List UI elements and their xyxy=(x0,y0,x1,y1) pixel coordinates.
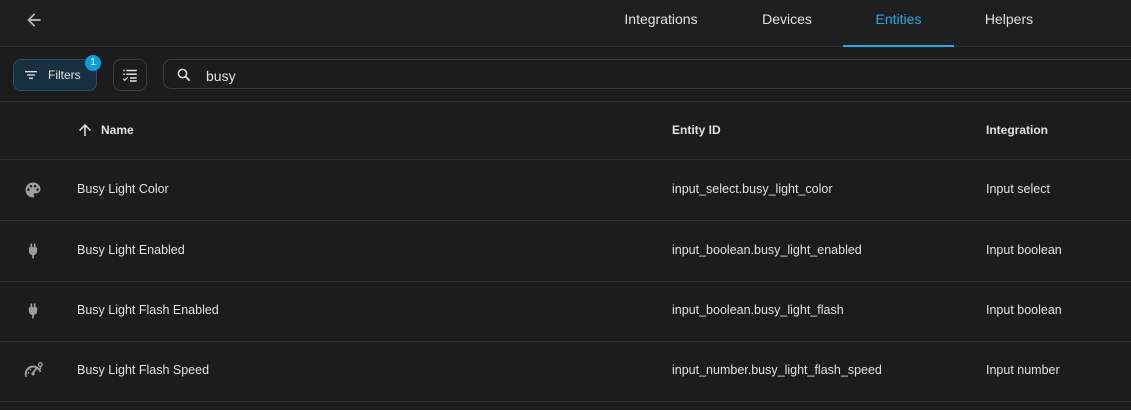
entity-name: Busy Light Flash Enabled xyxy=(77,303,219,317)
column-header-entity-id[interactable]: Entity ID xyxy=(672,102,721,159)
tab-devices[interactable]: Devices xyxy=(732,0,842,46)
entity-name: Busy Light Flash Speed xyxy=(77,363,210,377)
entity-integration: Input select xyxy=(986,182,1050,196)
table-row[interactable]: Busy Light Enabled input_boolean.busy_li… xyxy=(0,221,1131,282)
table-row[interactable]: Busy Light Flash Enabled input_boolean.b… xyxy=(0,281,1131,342)
power-plug-icon xyxy=(21,299,45,323)
entity-id: input_boolean.busy_light_flash xyxy=(672,303,844,317)
entity-id: input_boolean.busy_light_enabled xyxy=(672,243,862,257)
filters-label: Filters xyxy=(48,68,81,82)
palette-icon xyxy=(21,178,45,202)
filter-icon xyxy=(23,67,39,83)
sort-ascending-icon[interactable] xyxy=(76,121,94,139)
search-input[interactable] xyxy=(204,62,1108,90)
entity-id: input_select.busy_light_color xyxy=(672,182,833,196)
format-list-checks-icon xyxy=(122,69,137,82)
speedometer-icon xyxy=(21,359,45,383)
entity-integration: Input boolean xyxy=(986,243,1062,257)
column-header-integration[interactable]: Integration xyxy=(986,102,1048,159)
entity-name: Busy Light Color xyxy=(77,182,169,196)
entity-integration: Input number xyxy=(986,363,1060,377)
column-header-name[interactable]: Name xyxy=(101,102,134,159)
arrow-left-icon xyxy=(27,13,41,27)
selection-mode-button[interactable] xyxy=(113,59,147,91)
tab-entities[interactable]: Entities xyxy=(843,0,954,47)
top-bar: Integrations Devices Entities Helpers xyxy=(0,0,1131,47)
filters-count-badge: 1 xyxy=(85,55,101,71)
table-header: Name Entity ID Integration xyxy=(0,102,1131,160)
search-icon xyxy=(175,66,193,84)
entity-name: Busy Light Enabled xyxy=(77,243,185,257)
tab-integrations[interactable]: Integrations xyxy=(612,0,710,46)
entity-id: input_number.busy_light_flash_speed xyxy=(672,363,882,377)
table-row[interactable]: Busy Light Color input_select.busy_light… xyxy=(0,160,1131,221)
power-plug-icon xyxy=(21,239,45,263)
back-button[interactable] xyxy=(20,6,48,34)
tab-helpers[interactable]: Helpers xyxy=(954,0,1064,46)
table-row[interactable]: Busy Light Flash Speed input_number.busy… xyxy=(0,341,1131,402)
toolbar: Filters 1 xyxy=(0,47,1131,102)
entity-integration: Input boolean xyxy=(986,303,1062,317)
search-field[interactable] xyxy=(163,59,1131,90)
